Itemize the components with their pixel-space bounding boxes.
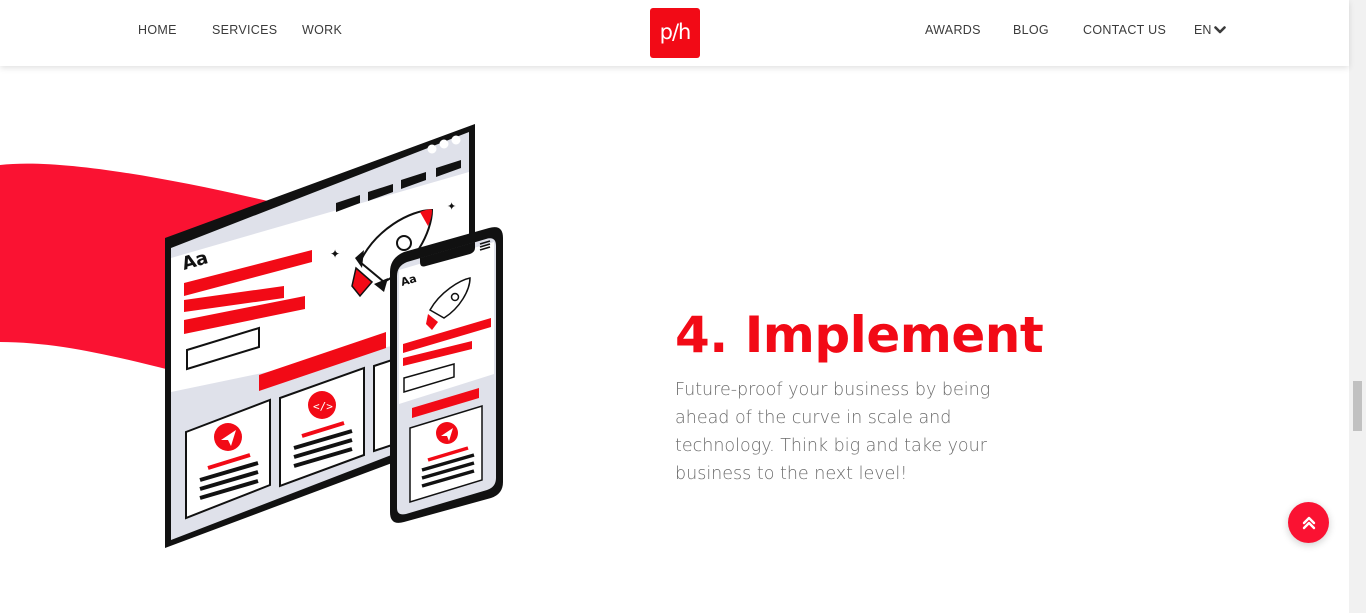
nav-home-link[interactable]: HOME: [138, 23, 177, 37]
nav-contact-link[interactable]: CONTACT US: [1083, 23, 1166, 37]
logo-text: p/h: [659, 20, 692, 44]
svg-text:✦: ✦: [330, 247, 340, 261]
phone-graphic: Aa: [390, 227, 503, 523]
nav-services-link[interactable]: SERVICES: [212, 23, 277, 37]
section-title: 4. Implement: [675, 306, 1044, 364]
nav-awards-link[interactable]: AWARDS: [925, 23, 981, 37]
scrollbar-thumb[interactable]: [1353, 381, 1362, 431]
website-devices-illustration: Aa </> ✦ ✦ Aa: [0, 124, 503, 548]
code-icon: </>: [313, 400, 333, 413]
nav-work-link[interactable]: WORK: [302, 23, 342, 37]
svg-text:✦: ✦: [447, 201, 456, 213]
double-chevron-up-icon: [1302, 516, 1315, 529]
site-header: HOME SERVICES WORK p/h AWARDS BLOG CONTA…: [0, 0, 1349, 66]
page-scrollbar[interactable]: [1349, 0, 1366, 613]
site-logo[interactable]: p/h: [650, 8, 700, 58]
chevron-down-icon: [1214, 26, 1227, 34]
section-description: Future-proof your business by being ahea…: [675, 380, 991, 484]
back-to-top-button[interactable]: [1288, 502, 1329, 543]
nav-blog-link[interactable]: BLOG: [1013, 23, 1049, 37]
language-selector[interactable]: EN: [1194, 23, 1227, 37]
language-label: EN: [1194, 23, 1212, 37]
